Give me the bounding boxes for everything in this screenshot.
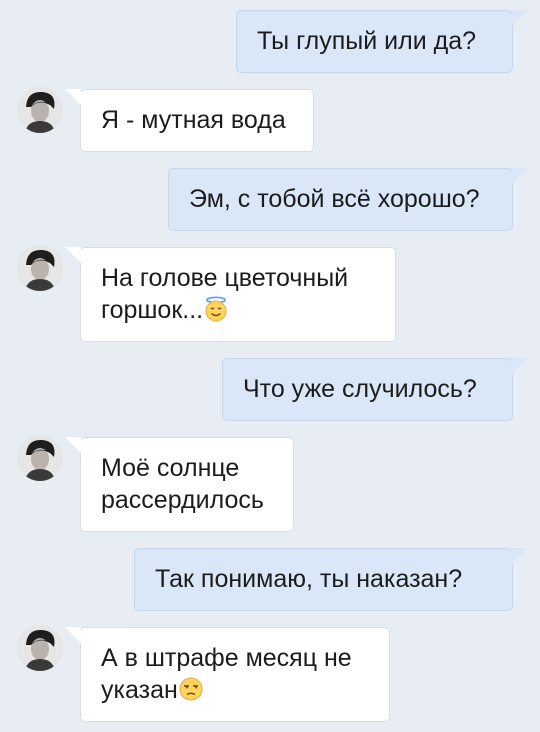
message-text-line: На голове цветочный xyxy=(101,264,349,292)
outgoing-message-bubble[interactable]: Так понимаю, ты наказан? xyxy=(134,548,528,611)
outgoing-message-bubble[interactable]: Эм, с тобой всё хорошо? xyxy=(168,168,528,231)
message-text-line: указан xyxy=(101,674,371,706)
incoming-message-bubble[interactable]: А в штрафе месяц не указан xyxy=(65,627,390,722)
contact-avatar[interactable] xyxy=(17,435,63,481)
contact-avatar[interactable] xyxy=(17,87,63,133)
unamused-face-icon xyxy=(179,677,203,701)
smiling-face-with-halo-icon xyxy=(205,296,227,322)
avatar-photo-icon xyxy=(17,435,63,481)
message-text-line: горшок... xyxy=(101,294,377,326)
chat-thread: Ты глупый или да? Я - мутная вода Эм, с … xyxy=(0,0,540,732)
incoming-message-bubble[interactable]: На голове цветочный горшок... xyxy=(65,247,396,342)
message-text: Эм, с тобой всё хорошо? xyxy=(189,185,480,213)
avatar-photo-icon xyxy=(17,87,63,133)
outgoing-message-bubble[interactable]: Ты глупый или да? xyxy=(236,10,528,73)
incoming-message-bubble[interactable]: Я - мутная вода xyxy=(65,89,314,152)
message-text: Так понимаю, ты наказан? xyxy=(155,565,463,593)
message-text-line: рассердилось xyxy=(101,486,264,514)
outgoing-message-bubble[interactable]: Что уже случилось? xyxy=(222,358,528,421)
contact-avatar[interactable] xyxy=(17,625,63,671)
message-text: указан xyxy=(101,676,178,704)
message-text-line: Моё солнце xyxy=(101,454,240,482)
incoming-message-bubble[interactable]: Моё солнце рассердилось xyxy=(65,437,294,532)
message-text: Что уже случилось? xyxy=(243,375,477,403)
message-text-line: А в штрафе месяц не xyxy=(101,644,352,672)
message-text: горшок... xyxy=(101,296,204,324)
avatar-photo-icon xyxy=(17,625,63,671)
avatar-photo-icon xyxy=(17,245,63,291)
contact-avatar[interactable] xyxy=(17,245,63,291)
message-text: Ты глупый или да? xyxy=(257,27,477,55)
message-text: Я - мутная вода xyxy=(101,106,286,134)
